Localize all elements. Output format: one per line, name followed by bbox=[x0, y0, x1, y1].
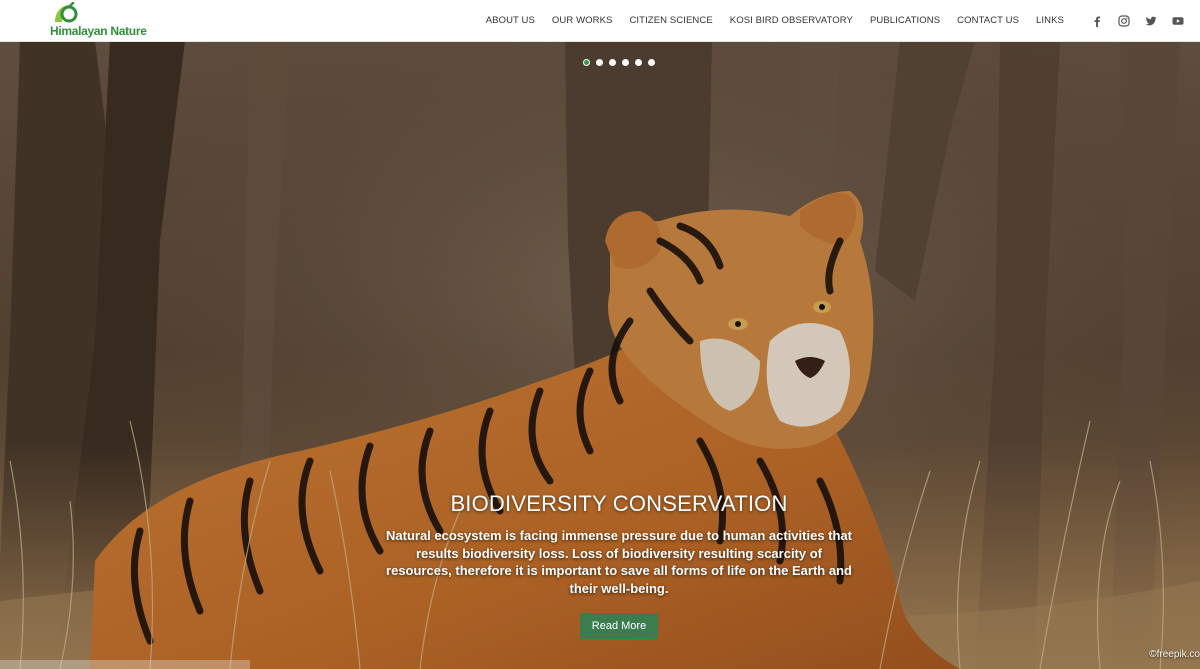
logo-text: Himalayan Nature bbox=[50, 24, 147, 38]
nav-kosi-bird-observatory[interactable]: KOSI BIRD OBSERVATORY bbox=[730, 15, 853, 26]
slider-dot[interactable] bbox=[648, 59, 655, 66]
browser-status-bar bbox=[0, 660, 250, 669]
slider-dot[interactable] bbox=[635, 59, 642, 66]
nav-our-works[interactable]: OUR WORKS bbox=[552, 15, 613, 26]
social-links bbox=[1076, 14, 1184, 27]
hero-slider: BIODIVERSITY CONSERVATION Natural ecosys… bbox=[0, 41, 1200, 669]
nav-links[interactable]: LINKS bbox=[1036, 15, 1064, 26]
read-more-button[interactable]: Read More bbox=[579, 613, 659, 639]
slide-caption: BIODIVERSITY CONSERVATION Natural ecosys… bbox=[369, 491, 869, 639]
slide-description: Natural ecosystem is facing immense pres… bbox=[386, 528, 852, 596]
twitter-icon[interactable] bbox=[1145, 15, 1157, 27]
nav-contact-us[interactable]: CONTACT US bbox=[957, 15, 1019, 26]
logo-leaf-icon bbox=[55, 2, 78, 23]
slider-dot[interactable] bbox=[583, 59, 590, 66]
slider-dot[interactable] bbox=[596, 59, 603, 66]
site-logo[interactable]: Himalayan Nature bbox=[50, 2, 160, 38]
instagram-icon[interactable] bbox=[1118, 14, 1130, 27]
page: Himalayan Nature ABOUT US OUR WORKS CITI… bbox=[0, 0, 1200, 669]
image-credit: ©freepik.co bbox=[1149, 649, 1200, 660]
nav-citizen-science[interactable]: CITIZEN SCIENCE bbox=[629, 15, 712, 26]
main-nav: ABOUT US OUR WORKS CITIZEN SCIENCE KOSI … bbox=[486, 0, 1184, 41]
nav-publications[interactable]: PUBLICATIONS bbox=[870, 15, 940, 26]
slider-dots bbox=[583, 59, 661, 66]
slide-title: BIODIVERSITY CONSERVATION bbox=[450, 491, 788, 516]
site-header: Himalayan Nature ABOUT US OUR WORKS CITI… bbox=[0, 0, 1200, 42]
slider-dot[interactable] bbox=[622, 59, 629, 66]
facebook-icon[interactable] bbox=[1091, 15, 1103, 27]
youtube-icon[interactable] bbox=[1172, 15, 1184, 27]
slider-dot[interactable] bbox=[609, 59, 616, 66]
nav-about-us[interactable]: ABOUT US bbox=[486, 15, 535, 26]
